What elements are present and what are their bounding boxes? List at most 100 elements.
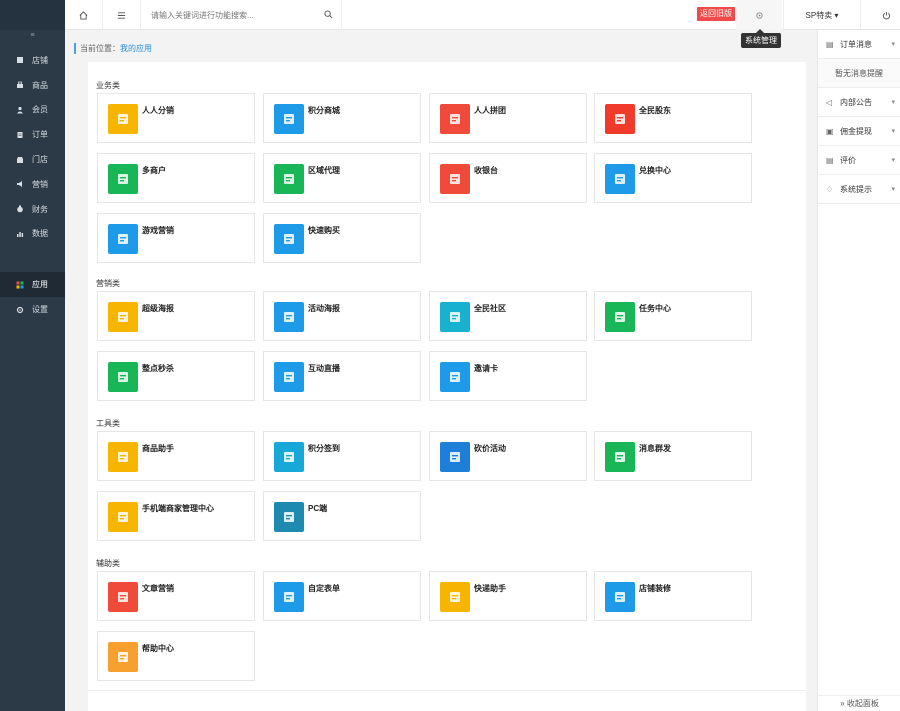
breadcrumb-prefix: 当前位置：: [80, 44, 120, 53]
withdraw-icon: ▣: [826, 126, 834, 136]
user-dropdown[interactable]: SP特卖 ▾: [783, 0, 861, 30]
chevron-down-icon: ▾: [891, 41, 895, 48]
search-input[interactable]: [151, 10, 321, 20]
breadcrumb: 当前位置：我的应用: [74, 43, 152, 54]
task-center-icon: [605, 302, 635, 332]
sidebar-collapse-icon[interactable]: ≡: [0, 30, 65, 42]
right-panel-item[interactable]: ▣ 佣金提现 ▾: [818, 117, 900, 146]
activity-poster-icon: [274, 302, 304, 332]
app-name: 积分签到: [308, 444, 340, 453]
system-manage-button[interactable]: [736, 0, 782, 30]
app-card[interactable]: 超级海报: [97, 291, 255, 341]
form-icon: [274, 582, 304, 612]
app-card[interactable]: 快递助手: [429, 571, 587, 621]
shop-icon: [16, 156, 24, 164]
app-name: 多商户: [142, 166, 166, 175]
menu-toggle-button[interactable]: [103, 0, 141, 30]
order-icon: [16, 131, 24, 139]
app-card[interactable]: 邀请卡: [429, 351, 587, 401]
app-name: 全民股东: [639, 106, 671, 115]
app-card[interactable]: 积分商城: [263, 93, 421, 143]
app-card[interactable]: 人人拼团: [429, 93, 587, 143]
sidebar-item-label: 商品: [32, 80, 48, 90]
sidebar-item-label: 设置: [32, 305, 48, 315]
invite-card-icon: [440, 362, 470, 392]
app-card[interactable]: 消息群发: [594, 431, 752, 481]
pc-icon: [274, 502, 304, 532]
app-name: 文章营销: [142, 584, 174, 593]
sidebar-item-7[interactable]: 数据: [0, 222, 65, 247]
live-icon: [274, 362, 304, 392]
sidebar-item-6[interactable]: 财务: [0, 197, 65, 222]
sidebar-item-5[interactable]: 营销: [0, 172, 65, 197]
right-panel-item[interactable]: ▤ 评价 ▾: [818, 146, 900, 175]
bell-icon: ♢: [826, 184, 834, 194]
sidebar-item-settings[interactable]: 设置: [0, 297, 65, 322]
chevron-down-icon: ▾: [891, 128, 895, 135]
sidebar-item-1[interactable]: 商品: [0, 73, 65, 98]
article-icon: [108, 582, 138, 612]
chevron-down-icon: ▾: [891, 99, 895, 106]
app-card[interactable]: 全民社区: [429, 291, 587, 341]
collapse-panel-button[interactable]: » 收起面板: [818, 695, 900, 711]
app-card[interactable]: 商品助手: [97, 431, 255, 481]
distribution-icon: [108, 104, 138, 134]
sidebar-item-2[interactable]: 会员: [0, 98, 65, 123]
app-name: 自定表单: [308, 584, 340, 593]
return-old-version-button[interactable]: 返回旧版: [697, 7, 735, 21]
gear-icon: [755, 11, 763, 19]
decorate-icon: [605, 582, 635, 612]
app-card[interactable]: 快速购买: [263, 213, 421, 263]
order-message-label: 订单消息: [840, 39, 872, 49]
app-name: 快递助手: [474, 584, 506, 593]
sign-in-icon: [274, 442, 304, 472]
app-name: 任务中心: [639, 304, 671, 313]
logout-button[interactable]: [871, 0, 900, 30]
right-panel: ▤ 订单消息 ▾ 暂无消息提醒 ◁ 内部公告 ▾ ▣ 佣金提现 ▾ ▤ 评价 ▾ ♢ 系统提示 ▾ »…: [817, 30, 900, 711]
app-card[interactable]: 互动直播: [263, 351, 421, 401]
app-card[interactable]: 收银台: [429, 153, 587, 203]
breadcrumb-current[interactable]: 我的应用: [120, 44, 152, 53]
order-message-item[interactable]: ▤ 订单消息 ▾: [818, 30, 900, 59]
flash-sale-icon: [108, 362, 138, 392]
app-card[interactable]: 积分签到: [263, 431, 421, 481]
sidebar-item-apps[interactable]: 应用: [0, 272, 65, 298]
home-button[interactable]: [65, 0, 103, 30]
sidebar-item-label: 门店: [32, 155, 48, 165]
app-card[interactable]: 全民股东: [594, 93, 752, 143]
app-card[interactable]: PC端: [263, 491, 421, 541]
app-card[interactable]: 兑换中心: [594, 153, 752, 203]
app-name: 收银台: [474, 166, 498, 175]
app-card[interactable]: 任务中心: [594, 291, 752, 341]
sidebar-menu: 店铺商品会员 订单门店营销财务数据应用设置: [0, 48, 65, 322]
order-message-icon: ▤: [826, 39, 834, 49]
right-panel-list: ◁ 内部公告 ▾ ▣ 佣金提现 ▾ ▤ 评价 ▾ ♢ 系统提示 ▾: [818, 88, 900, 204]
search-icon[interactable]: [324, 10, 333, 19]
app-card[interactable]: 帮助中心: [97, 631, 255, 681]
chevron-down-icon: ▾: [891, 186, 895, 193]
group-buy-icon: [440, 104, 470, 134]
sidebar-item-4[interactable]: 门店: [0, 147, 65, 172]
app-name: 商品助手: [142, 444, 174, 453]
app-card[interactable]: 游戏营销: [97, 213, 255, 263]
sidebar-item-3[interactable]: 订单: [0, 122, 65, 147]
right-panel-item[interactable]: ◁ 内部公告 ▾: [818, 88, 900, 117]
app-card[interactable]: 砍价活动: [429, 431, 587, 481]
app-card[interactable]: 人人分销: [97, 93, 255, 143]
sidebar-item-0[interactable]: 店铺: [0, 48, 65, 73]
app-card[interactable]: 多商户: [97, 153, 255, 203]
message-icon: [605, 442, 635, 472]
app-card[interactable]: 整点秒杀: [97, 351, 255, 401]
app-card[interactable]: 活动海报: [263, 291, 421, 341]
app-name: 砍价活动: [474, 444, 506, 453]
app-card[interactable]: 自定表单: [263, 571, 421, 621]
app-name: 兑换中心: [639, 166, 671, 175]
app-card[interactable]: 店铺装修: [594, 571, 752, 621]
app-name: 人人拼团: [474, 106, 506, 115]
member-icon: [16, 106, 24, 114]
app-card[interactable]: 文章营销: [97, 571, 255, 621]
sidebar-item-label: 财务: [32, 204, 48, 214]
right-panel-item[interactable]: ♢ 系统提示 ▾: [818, 175, 900, 204]
app-card[interactable]: 手机端商家管理中心: [97, 491, 255, 541]
app-card[interactable]: 区域代理: [263, 153, 421, 203]
